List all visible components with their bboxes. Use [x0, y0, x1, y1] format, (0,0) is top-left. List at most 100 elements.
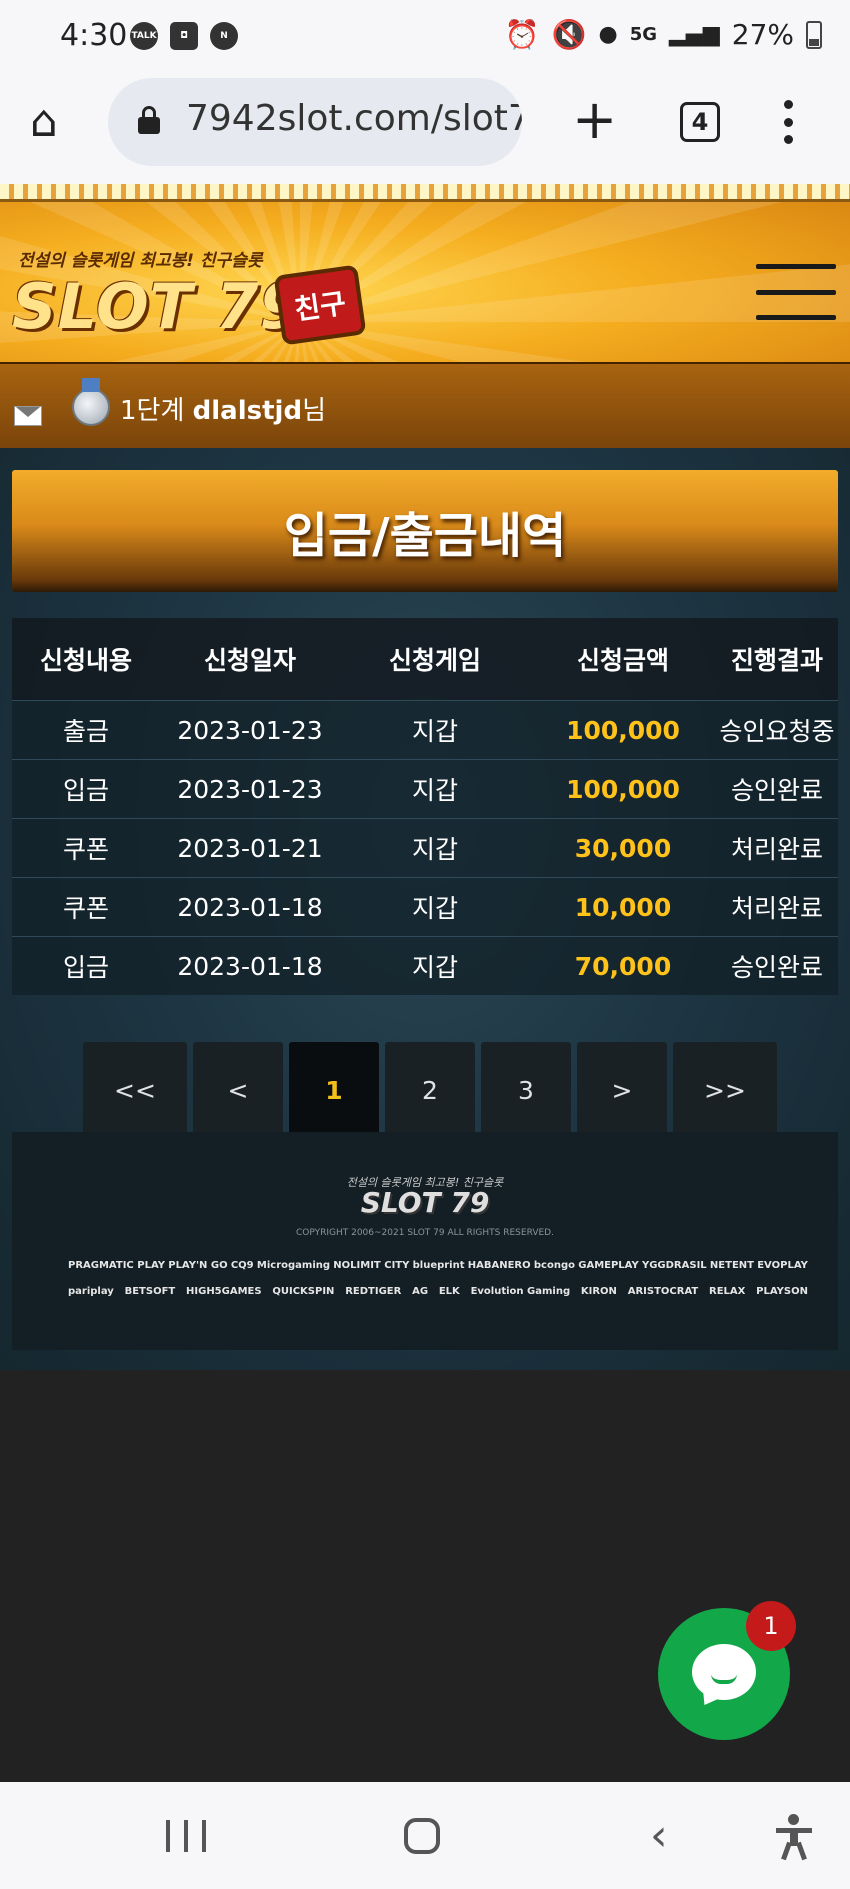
cell-type: 쿠폰	[62, 835, 109, 864]
page-title: 입금/출금내역	[283, 508, 567, 564]
status-bar: 4:30 TALK ◘ N ⏰ 🔇 ● 5G ▂▄▆ 27%	[0, 0, 850, 72]
user-info: 1단계 dlalstjd님	[120, 390, 326, 427]
mail-icon[interactable]	[14, 406, 42, 426]
address-bar[interactable]: 7942slot.com/slot79	[108, 78, 522, 166]
page-last-button[interactable]: >>	[673, 1042, 777, 1138]
header-date: 신청일자	[203, 646, 296, 675]
cell-amount: 10,000	[574, 892, 672, 922]
provider-logos-row-1: PRAGMATIC PLAY PLAY'N GO CQ9 Microgaming…	[68, 1260, 808, 1271]
cell-date: 2023-01-21	[177, 833, 323, 863]
cell-amount: 70,000	[574, 951, 672, 981]
n-app-icon: N	[210, 22, 238, 50]
tab-count-button[interactable]: 4	[680, 102, 720, 142]
cell-game: 지갑	[411, 717, 458, 746]
medal-icon	[72, 378, 110, 426]
notification-icons: TALK ◘ N	[130, 22, 238, 50]
cell-status: 승인완료	[730, 953, 823, 982]
cell-date: 2023-01-23	[177, 774, 323, 804]
logo-tagline: 전설의 슬롯게임 최고봉! 친구슬롯	[18, 251, 263, 271]
provider-logo: GAMEPLAY	[578, 1260, 639, 1271]
provider-logo: PRAGMATIC PLAY	[68, 1260, 165, 1271]
provider-logo: Evolution Gaming	[470, 1286, 571, 1297]
cell-game: 지갑	[411, 776, 458, 805]
page-first-button[interactable]: <<	[83, 1042, 187, 1138]
provider-logo: RELAX	[709, 1286, 746, 1297]
user-suffix: 님	[302, 396, 326, 426]
page-1-button[interactable]: 1	[289, 1042, 379, 1138]
site-logo[interactable]: SLOT 79	[12, 270, 304, 343]
footer-logo: SLOT 79	[360, 1186, 490, 1219]
provider-logo: KIRON	[580, 1286, 617, 1297]
page-2-button[interactable]: 2	[385, 1042, 475, 1138]
provider-logo: BETSOFT	[124, 1286, 176, 1297]
provider-logo: ELK	[438, 1286, 460, 1297]
cell-status: 승인요청중	[719, 717, 835, 746]
system-nav-bar: ‹	[0, 1782, 850, 1889]
provider-logo: PLAYSON	[756, 1286, 808, 1297]
5g-icon: 5G	[629, 24, 657, 45]
more-vert-icon[interactable]	[780, 100, 796, 144]
provider-logo: YGGDRASIL	[641, 1260, 707, 1271]
cell-date: 2023-01-18	[177, 951, 323, 981]
header-game: 신청게임	[388, 646, 481, 675]
home-nav-icon[interactable]	[404, 1818, 440, 1854]
talk-icon: TALK	[130, 22, 158, 50]
provider-logos-row-2: pariplay BETSOFT HIGH5GAMES QUICKSPIN RE…	[68, 1286, 808, 1297]
header-type: 신청내용	[39, 646, 132, 675]
cell-status: 처리완료	[730, 835, 823, 864]
provider-logo: QUICKSPIN	[272, 1286, 335, 1297]
cell-status: 처리완료	[730, 894, 823, 923]
provider-logo: EVOPLAY	[757, 1260, 808, 1271]
provider-logo: PLAY'N GO	[168, 1260, 228, 1271]
provider-logo: AG	[412, 1286, 429, 1297]
provider-logo: CQ9	[230, 1260, 254, 1271]
user-bar: 1단계 dlalstjd님	[0, 362, 850, 448]
cell-type: 입금	[62, 776, 109, 805]
battery-text: 27%	[731, 18, 794, 51]
back-icon[interactable]: ‹	[650, 1812, 668, 1860]
page-next-button[interactable]: >	[577, 1042, 667, 1138]
provider-logo: Microgaming	[256, 1260, 331, 1271]
system-icons: ⏰ 🔇 ● 5G ▂▄▆ 27%	[505, 18, 822, 51]
page-prev-button[interactable]: <	[193, 1042, 283, 1138]
provider-logo: NOLIMIT CITY	[333, 1260, 410, 1271]
table-row: 입금 2023-01-23 지갑 100,000 승인완료	[12, 759, 838, 818]
location-icon: ●	[598, 22, 618, 47]
provider-logo: HABANERO	[467, 1260, 531, 1271]
footer-copyright: COPYRIGHT 2006~2021 SLOT 79 ALL RIGHTS R…	[296, 1228, 554, 1238]
table-row: 출금 2023-01-23 지갑 100,000 승인요청중	[12, 700, 838, 759]
site-footer: 전설의 슬롯게임 최고봉! 친구슬롯 SLOT 79 COPYRIGHT 200…	[12, 1132, 838, 1350]
provider-logo: pariplay	[68, 1286, 114, 1297]
status-time: 4:30	[60, 18, 128, 53]
recent-apps-icon[interactable]	[166, 1812, 206, 1860]
home-icon[interactable]: ⌂	[30, 98, 78, 146]
cell-game: 지갑	[411, 953, 458, 982]
clock-app-icon: ◘	[170, 22, 198, 50]
cell-game: 지갑	[411, 835, 458, 864]
signal-icon: ▂▄▆	[669, 22, 720, 47]
alarm-icon: ⏰	[504, 18, 540, 51]
cell-type: 쿠폰	[62, 894, 109, 923]
header-status: 진행결과	[730, 646, 823, 675]
cell-type: 입금	[62, 953, 109, 982]
hamburger-icon[interactable]	[756, 264, 836, 320]
provider-logo: REDTIGER	[345, 1286, 402, 1297]
marquee-lights	[0, 184, 850, 202]
pagination: << < 1 2 3 > >>	[83, 1042, 783, 1138]
plus-icon[interactable]: +	[572, 90, 617, 150]
url-text[interactable]: 7942slot.com/slot79	[186, 98, 522, 139]
cell-status: 승인완료	[730, 776, 823, 805]
page-3-button[interactable]: 3	[481, 1042, 571, 1138]
lock-icon	[138, 106, 160, 134]
username: dlalstjd	[192, 396, 303, 426]
provider-logo: ARISTOCRAT	[627, 1286, 699, 1297]
site-header: 전설의 슬롯게임 최고봉! 친구슬롯 SLOT 79 친구	[0, 184, 850, 362]
header-amount: 신청금액	[576, 646, 669, 675]
title-panel: 입금/출금내역	[12, 470, 838, 592]
cell-amount: 100,000	[566, 715, 680, 745]
cell-amount: 30,000	[574, 833, 672, 863]
accessibility-icon[interactable]	[774, 1812, 814, 1861]
provider-logo: bcongo	[533, 1260, 575, 1271]
battery-icon	[806, 20, 822, 49]
history-table: 신청내용 신청일자 신청게임 신청금액 진행결과 출금 2023-01-23 지…	[12, 618, 838, 995]
